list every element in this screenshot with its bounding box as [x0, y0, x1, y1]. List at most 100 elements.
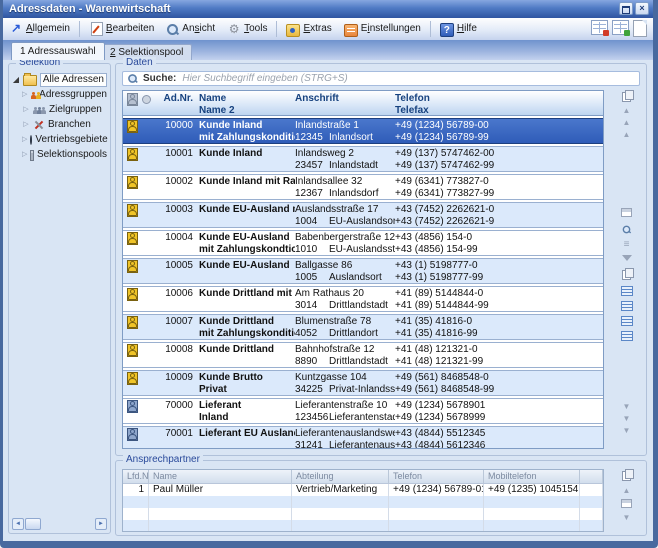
header-mobiltelefon: Mobiltelefon: [484, 470, 580, 483]
search-bar[interactable]: Suche:: [122, 71, 640, 86]
address-telefax: +41 (48) 121321-99: [395, 356, 603, 368]
header-abteilung: Abteilung: [292, 470, 389, 483]
page-up-icon[interactable]: ▲: [620, 118, 633, 128]
address-telefax: +41 (89) 5144844-99: [395, 300, 603, 312]
row-down-icon[interactable]: ▼: [620, 402, 633, 412]
box-icon: [30, 150, 34, 161]
address-row[interactable]: 10004 Kunde EU-Auslandmit Zahlungskondti…: [123, 230, 603, 256]
menu-hilfe[interactable]: ? Hilfe: [435, 20, 482, 38]
main-content: Selektion ◢ Alle Adressen ▷ Adressgruppe…: [3, 60, 653, 541]
copy-icon[interactable]: [620, 469, 633, 482]
address-row[interactable]: 70000 LieferantInland Lieferantenstraße …: [123, 398, 603, 424]
address-table-header: Ad.Nr. NameName 2 Anschrift TelefonTelef…: [123, 91, 603, 116]
sort-icon[interactable]: ≡: [620, 240, 633, 250]
list-view-icon-2[interactable]: [620, 301, 633, 314]
menu-separator: [430, 21, 431, 37]
address-row[interactable]: 10008 Kunde Drittland Bahnhofstraße 1288…: [123, 342, 603, 368]
tree-collapsed-icon[interactable]: ▷: [22, 102, 30, 117]
contact-row-empty[interactable]: [123, 496, 603, 508]
address-telefax: +43 (4844) 5612346: [395, 440, 603, 449]
table-side-toolbar: ▲ ▲ ▲ ≡ ▼ ▼ ▼: [618, 90, 636, 449]
address-telefon: +49 (6341) 773827-0: [395, 176, 603, 188]
list-view-icon-4[interactable]: [620, 331, 633, 344]
address-city: Inlandstadt: [329, 160, 378, 171]
menu-einstellungen[interactable]: Einstellungen: [339, 20, 426, 38]
contact-card-icon[interactable]: [620, 499, 633, 511]
search-icon: [127, 73, 137, 83]
contact-row-up-icon[interactable]: ▲: [620, 486, 633, 496]
address-number: 10001: [155, 147, 199, 160]
address-telefon: +43 (7452) 2262621-0: [395, 204, 603, 216]
scroll-to-bottom-icon[interactable]: ▼: [620, 426, 633, 436]
close-button[interactable]: ×: [635, 2, 649, 15]
address-zip: 8890: [295, 356, 329, 368]
copy-row-icon[interactable]: [620, 268, 633, 281]
copy-icon[interactable]: [620, 90, 633, 103]
address-row[interactable]: 10003 Kunde EU-Ausland mit Rabatt Auslan…: [123, 202, 603, 228]
address-street: Lieferantenstraße 10: [295, 400, 395, 412]
page-down-icon[interactable]: ▼: [620, 414, 633, 424]
address-row[interactable]: 10006 Kunde Drittland mit Rabatt Am Rath…: [123, 286, 603, 312]
address-telefax: +43 (4856) 154-99: [395, 244, 603, 256]
tree-item-branchen[interactable]: ▷ Branchen: [22, 117, 107, 132]
card-view-icon[interactable]: [620, 208, 633, 220]
search-input[interactable]: [180, 72, 636, 85]
tree-item-alle-adressen[interactable]: ◢ Alle Adressen: [12, 72, 107, 87]
menu-extras[interactable]: Extras: [281, 20, 336, 38]
contact-row-empty[interactable]: [123, 520, 603, 532]
person-icon: [127, 316, 138, 329]
tree-item-zielgruppen[interactable]: ▷ Zielgruppen: [22, 102, 107, 117]
menu-tools[interactable]: ⚙ Tools: [222, 20, 272, 38]
menu-allgemein[interactable]: ↗ Allgemein: [4, 20, 75, 38]
address-row[interactable]: 10009 Kunde BruttoPrivat Kuntzgasse 1043…: [123, 370, 603, 396]
menu-bearbeiten[interactable]: Bearbeiten: [84, 20, 159, 38]
address-number: 10005: [155, 259, 199, 272]
address-telefon: +43 (4856) 154-0: [395, 232, 603, 244]
app-window: Adressdaten - Warenwirtschaft × ↗ Allgem…: [0, 0, 658, 548]
tree-collapsed-icon[interactable]: ▷: [22, 147, 27, 162]
tree-collapsed-icon[interactable]: ▷: [22, 132, 27, 147]
scrollbar-thumb[interactable]: [25, 518, 41, 530]
tree-collapsed-icon[interactable]: ▷: [22, 117, 30, 132]
magnifier-icon: [166, 23, 179, 36]
tree-expanded-icon[interactable]: ◢: [12, 72, 20, 87]
selection-tree: ◢ Alle Adressen ▷ Adressgruppen ▷ Zielgr…: [12, 72, 107, 162]
address-name2: mit Zahlungskondition: [199, 132, 295, 144]
list-view-icon-3[interactable]: [620, 316, 633, 329]
address-number: 10003: [155, 203, 199, 216]
menu-ansicht[interactable]: Ansicht: [161, 20, 220, 38]
tree-horizontal-scrollbar[interactable]: ◄ ►: [12, 518, 107, 530]
address-row[interactable]: 70001 Lieferant EU Ausland Lieferantenau…: [123, 426, 603, 449]
row-up-icon[interactable]: ▲: [620, 130, 633, 140]
address-row[interactable]: 10005 Kunde EU-Ausland Ballgasse 861005A…: [123, 258, 603, 284]
header-ktelefon: Telefon: [389, 470, 484, 483]
datasheet-red-icon[interactable]: [591, 20, 608, 35]
contact-row-down-icon[interactable]: ▼: [620, 513, 633, 523]
list-view-icon-1[interactable]: [620, 286, 633, 299]
scroll-right-icon[interactable]: ►: [95, 518, 107, 530]
tree-item-adressgruppen[interactable]: ▷ Adressgruppen: [22, 87, 107, 102]
address-street: Lieferantenauslandsweg 2: [295, 428, 395, 440]
scroll-left-icon[interactable]: ◄: [12, 518, 24, 530]
header-lfdnr: Lfd.Nr.: [123, 470, 149, 483]
tree-item-vertriebsgebiete[interactable]: ▷ Vertriebsgebiete: [22, 132, 107, 147]
tree-collapsed-icon[interactable]: ▷: [22, 87, 27, 102]
datasheet-green-icon[interactable]: [612, 20, 629, 35]
header-telefon: Telefon: [395, 93, 603, 105]
contact-row[interactable]: 1 Paul Müller Vertrieb/Marketing +49 (12…: [123, 484, 603, 496]
address-row[interactable]: 10002 Kunde Inland mit Rabatt Inlandsall…: [123, 174, 603, 200]
person-icon: [127, 176, 138, 189]
tree-item-selektionspools[interactable]: ▷ Selektionspools: [22, 147, 107, 162]
tab-adressauswahl[interactable]: 1 Adressauswahl: [11, 42, 105, 60]
scroll-to-top-icon[interactable]: ▲: [620, 106, 633, 116]
address-zip: 23457: [295, 160, 329, 172]
search-detail-icon[interactable]: [620, 223, 633, 239]
address-street: Auslandsstraße 17: [295, 204, 395, 216]
contact-row-empty[interactable]: [123, 508, 603, 520]
restore-button[interactable]: [619, 2, 633, 15]
address-row[interactable]: 10007 Kunde Drittlandmit Zahlungskonditi…: [123, 314, 603, 340]
address-row[interactable]: 10000 Kunde Inlandmit Zahlungskondition …: [123, 118, 603, 144]
new-document-icon[interactable]: [633, 20, 647, 37]
address-row[interactable]: 10001 Kunde Inland Inlandsweg 223457Inla…: [123, 146, 603, 172]
filter-icon[interactable]: [620, 254, 633, 264]
